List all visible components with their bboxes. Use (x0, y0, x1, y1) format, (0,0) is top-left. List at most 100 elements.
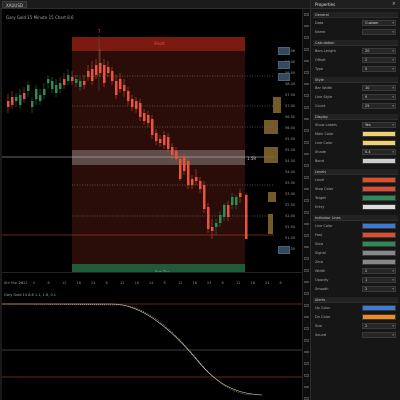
time-axis-label: 12 (236, 281, 241, 285)
section-title[interactable]: Display (313, 114, 398, 120)
time-axis-label: 12 (62, 281, 67, 285)
indicator-chart[interactable] (2, 290, 302, 400)
color-swatch[interactable] (362, 195, 396, 201)
property-row: Width 2 (313, 267, 398, 275)
property-row: Stop Color (313, 185, 398, 193)
price-axis-label: 57.50 (285, 93, 296, 97)
toolbar-icon[interactable] (303, 397, 309, 400)
toolbar-icon[interactable] (303, 106, 309, 109)
toolbar-icon[interactable] (303, 199, 309, 202)
toolbar-icon[interactable] (303, 327, 309, 330)
close-icon[interactable]: × (392, 1, 396, 7)
annotation-box (273, 97, 281, 113)
property-value-field[interactable]: 0.4 (362, 149, 396, 155)
property-value-field[interactable]: Custom (362, 20, 396, 26)
toolbar-icon[interactable] (303, 175, 309, 179)
property-row: Signal (313, 249, 398, 257)
color-swatch[interactable] (362, 223, 396, 229)
toolbar-icon[interactable] (303, 129, 309, 133)
color-swatch[interactable] (362, 232, 396, 238)
property-label: Bar Width (315, 86, 333, 90)
toolbar-icon[interactable] (303, 350, 309, 354)
section-title[interactable]: Alerts (313, 297, 398, 303)
section-title[interactable]: Levels (313, 169, 398, 175)
property-value-field[interactable]: 2 (362, 323, 396, 329)
tab-chart[interactable]: XAUUSD (2, 1, 27, 8)
toolbar-icon[interactable] (303, 187, 309, 191)
property-row: Bars Length 20 (313, 47, 398, 55)
price-tag (278, 246, 290, 254)
toolbar-icon[interactable] (303, 385, 309, 389)
property-value-field[interactable] (362, 332, 396, 338)
property-row: Type 5 (313, 65, 398, 73)
color-swatch[interactable] (362, 204, 396, 210)
property-row: Zero (313, 258, 398, 266)
candle-body (119, 79, 122, 89)
toolbar-icon[interactable] (303, 269, 309, 272)
property-value-field[interactable]: 2 (362, 286, 396, 292)
toolbar-icon[interactable] (303, 59, 309, 63)
color-swatch[interactable] (362, 250, 396, 256)
color-swatch[interactable] (362, 305, 396, 311)
toolbar-icon[interactable] (303, 315, 309, 319)
section-title[interactable]: Calculation (313, 40, 398, 46)
toolbar-icon[interactable] (303, 117, 309, 121)
candle-body (111, 71, 114, 81)
property-value-field[interactable] (362, 29, 396, 35)
property-value-field[interactable]: 20 (362, 48, 396, 54)
property-row: Sound (313, 331, 398, 339)
property-label: Stop Color (315, 187, 334, 191)
color-swatch[interactable] (362, 140, 396, 146)
toolbar-icon[interactable] (303, 362, 309, 365)
section-title[interactable]: Indicator Lines (313, 215, 398, 221)
candle-body (139, 103, 142, 117)
color-swatch[interactable] (362, 158, 396, 164)
property-label: Dn Color (315, 315, 331, 319)
property-value-field[interactable]: 10 (362, 85, 396, 91)
property-row: Line Style 0 (313, 93, 398, 101)
toolbar-icon[interactable] (303, 280, 309, 284)
color-swatch[interactable] (362, 177, 396, 183)
toolbar-icon[interactable] (303, 304, 309, 307)
color-swatch[interactable] (362, 314, 396, 320)
color-swatch[interactable] (362, 241, 396, 247)
toolbar-icon[interactable] (303, 82, 309, 86)
color-swatch[interactable] (362, 186, 396, 192)
toolbar-icon[interactable] (303, 36, 309, 39)
property-value-field[interactable]: 1 (362, 277, 396, 283)
candle-body (23, 93, 26, 99)
section-title[interactable]: General (313, 12, 398, 18)
toolbar-icon[interactable] (303, 94, 309, 98)
time-axis[interactable]: 6th Mar 2022 24 0 6 12 18 24 6 12 18 24 6 12 18 24 6 12 1… (2, 272, 302, 290)
price-axis-label: 56.50 (285, 115, 296, 119)
toolbar-icon[interactable] (303, 245, 309, 249)
property-value-field[interactable]: 2 (362, 268, 396, 274)
property-value-field[interactable]: 25 (362, 103, 396, 109)
candle-body (59, 83, 62, 89)
toolbar-icon[interactable] (303, 13, 309, 16)
toolbar-icon[interactable] (303, 24, 309, 28)
property-value-field[interactable]: 0 (362, 94, 396, 100)
candle-body (75, 79, 78, 83)
section-title[interactable]: Style (313, 77, 398, 83)
toolbar-icon[interactable] (303, 373, 309, 377)
toolbar-icon[interactable] (303, 152, 309, 156)
toolbar-icon[interactable] (303, 292, 309, 296)
toolbar-icon[interactable] (303, 338, 309, 342)
toolbar-icon[interactable] (303, 141, 309, 144)
property-value-field[interactable]: 5 (362, 66, 396, 72)
color-swatch[interactable] (362, 131, 396, 137)
chart-area[interactable]: TShortRgt Top1.5R Gary Gold 15 Minute 15… (2, 9, 302, 400)
candle-body (245, 195, 248, 239)
toolbar-icon[interactable] (303, 257, 309, 261)
property-value-field[interactable]: 2 (362, 57, 396, 63)
toolbar-icon[interactable] (303, 222, 309, 226)
toolbar-icon[interactable] (303, 71, 309, 74)
toolbar-icon[interactable] (303, 164, 309, 167)
toolbar-icon[interactable] (303, 47, 309, 51)
toolbar-icon[interactable] (303, 210, 309, 214)
toolbar-icon[interactable] (303, 234, 309, 237)
color-swatch[interactable] (362, 259, 396, 265)
property-value-field[interactable]: Yes (362, 122, 396, 128)
price-chart[interactable]: TShortRgt Top1.5R (2, 9, 302, 272)
